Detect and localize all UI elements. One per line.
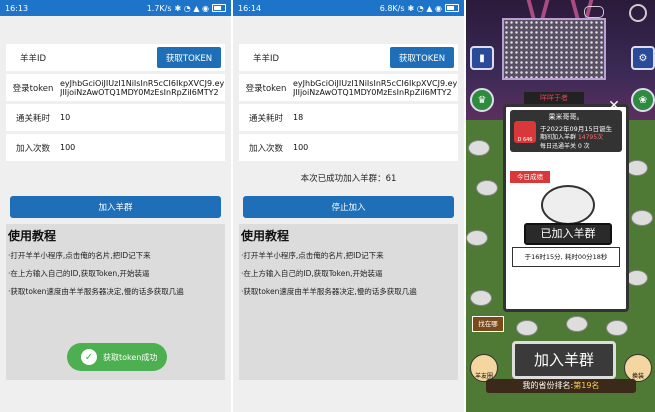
check-icon: ✓ xyxy=(81,349,97,365)
joined-flock-badge: 已加入羊群 xyxy=(524,223,612,245)
where-am-i-button[interactable]: 找在哪 xyxy=(472,316,504,332)
friends-circle-button[interactable]: 羊友圈 xyxy=(470,354,498,382)
count-row: 加入次数 100 xyxy=(239,134,458,161)
token-input[interactable]: eyJhbGciOiJIUzI1NiIsInR5cCI6IkpXVCJ9.eyJ… xyxy=(293,79,458,97)
battery-icon xyxy=(445,4,459,12)
game-stage-background: 咩咩于者 ▮ ⚙ ♛ ❀ xyxy=(466,0,655,120)
id-label: 羊羊ID xyxy=(252,53,280,64)
time-input[interactable]: 18 xyxy=(293,113,458,122)
season-icon[interactable]: ❀ xyxy=(631,88,655,112)
tutorial-line: ·获取token速度由羊羊服务器决定,慢的话多获取几遍 xyxy=(241,287,417,296)
sheep-icon xyxy=(470,290,492,306)
profile-card: 果米哥哥。 D 646 于2022年09月15日诞生 期间加入羊群 14795次… xyxy=(510,110,622,152)
stage-screen xyxy=(502,18,606,80)
gear-icon[interactable]: ⚙ xyxy=(631,46,655,70)
join-flock-game-button[interactable]: 加入羊群 xyxy=(512,341,616,379)
status-bar: 16:13 1.7K/s ✱ ◔ ▲ ◉ xyxy=(0,0,231,16)
right-phone-screen: 16:14 6.8K/s ✱ ◔ ▲ ◉ 羊羊ID 获取TOKEN 登录toke… xyxy=(233,0,464,412)
id-row: 羊羊ID 获取TOKEN xyxy=(6,44,225,71)
tutorial-line: ·获取token速度由羊羊服务器决定,慢的话多获取几遍 xyxy=(8,287,184,296)
result-popup: 果米哥哥。 D 646 于2022年09月15日诞生 期间加入羊群 14795次… xyxy=(503,104,629,312)
get-token-button[interactable]: 获取TOKEN xyxy=(390,47,454,68)
sheep-icon xyxy=(468,140,490,156)
status-icons: ✱ ◔ ▲ ◉ xyxy=(407,3,442,13)
tutorial-title: 使用教程 xyxy=(241,229,290,243)
sheep-icon xyxy=(626,270,648,286)
status-icons: ✱ ◔ ▲ ◉ xyxy=(174,3,209,13)
sheep-icon xyxy=(516,320,538,336)
time-label: 通关耗时 xyxy=(248,113,283,124)
tutorial-line: ·在上方输入自己的ID,获取Token,开始装逼 xyxy=(8,269,150,278)
sheep-icon xyxy=(566,316,588,332)
sheep-icon xyxy=(541,185,595,225)
battery-icon xyxy=(212,4,226,12)
get-token-button[interactable]: 获取TOKEN xyxy=(157,47,221,68)
network-speed: 1.7K/s xyxy=(146,3,172,13)
token-label: 登录token xyxy=(12,83,54,94)
finish-time-box: 于16时15分, 耗时00分18秒 xyxy=(512,247,620,267)
count-label: 加入次数 xyxy=(15,143,50,154)
network-speed: 6.8K/s xyxy=(379,3,405,13)
time-row: 通关耗时 10 xyxy=(6,104,225,131)
count-input[interactable]: 100 xyxy=(60,143,225,152)
dress-up-button[interactable]: 换装 xyxy=(624,354,652,382)
success-toast: ✓ 获取token成功 xyxy=(67,343,167,371)
tutorial-title: 使用教程 xyxy=(8,229,57,243)
tutorial-line: ·打开羊羊小程序,点击俺的名片,把ID记下来 xyxy=(8,251,151,260)
status-bar: 16:14 6.8K/s ✱ ◔ ▲ ◉ xyxy=(233,0,464,16)
today-score-badge: 今日成绩 xyxy=(510,171,550,183)
id-label: 羊羊ID xyxy=(19,53,47,64)
status-time: 16:13 xyxy=(5,3,29,13)
left-phone-screen: 16:13 1.7K/s ✱ ◔ ▲ ◉ 羊羊ID 获取TOKEN 登录toke… xyxy=(0,0,231,412)
close-mini-program-icon[interactable] xyxy=(629,4,647,22)
join-flock-button[interactable]: 加入羊群 xyxy=(10,196,221,218)
status-time: 16:14 xyxy=(238,3,262,13)
ranking-icon[interactable]: ♛ xyxy=(470,88,494,112)
tutorial-line: ·打开羊羊小程序,点击俺的名片,把ID记下来 xyxy=(241,251,384,260)
toast-text: 获取token成功 xyxy=(103,352,158,362)
token-row: 登录token eyJhbGciOiJIUzI1NiIsInR5cCI6IkpX… xyxy=(239,74,458,101)
join-count-line: 期间加入羊群 14795次 xyxy=(540,134,604,141)
count-label: 加入次数 xyxy=(248,143,283,154)
token-input[interactable]: eyJhbGciOiJIUzI1NiIsInR5cCI6IkpXVCJ9.eyJ… xyxy=(60,79,225,97)
sheep-icon xyxy=(476,180,498,196)
game-screen: 咩咩于者 ▮ ⚙ ♛ ❀ 果米哥哥。 D 646 于2022年09月15日诞生 … xyxy=(466,0,655,412)
count-row: 加入次数 100 xyxy=(6,134,225,161)
time-label: 通关耗时 xyxy=(15,113,50,124)
time-input[interactable]: 10 xyxy=(60,113,225,122)
count-input[interactable]: 100 xyxy=(293,143,458,152)
province-rank: 我的省份排名:第19名 xyxy=(486,379,636,393)
id-row: 羊羊ID 获取TOKEN xyxy=(239,44,458,71)
stop-join-button[interactable]: 停止加入 xyxy=(243,196,454,218)
tutorial-line: ·在上方输入自己的ID,获取Token,开始装逼 xyxy=(241,269,383,278)
avatar: D 646 xyxy=(514,121,536,143)
daily-clear-line: 每日迅通羊关 0 次 xyxy=(540,143,590,150)
sheep-icon xyxy=(626,160,648,176)
menu-capsule-icon[interactable] xyxy=(584,6,604,18)
time-row: 通关耗时 18 xyxy=(239,104,458,131)
tutorial-panel: 使用教程 ·打开羊羊小程序,点击俺的名片,把ID记下来 ·在上方输入自己的ID,… xyxy=(239,224,458,380)
sheep-icon xyxy=(466,230,488,246)
sheep-icon xyxy=(606,320,628,336)
success-count-text: 本次已成功加入羊群：61 xyxy=(300,174,397,184)
sheep-icon xyxy=(631,210,653,226)
chart-icon[interactable]: ▮ xyxy=(470,46,494,70)
token-row: 登录token eyJhbGciOiJIUzI1NiIsInR5cCI6IkpX… xyxy=(6,74,225,101)
token-label: 登录token xyxy=(245,83,287,94)
close-icon[interactable]: ✕ xyxy=(607,99,621,113)
